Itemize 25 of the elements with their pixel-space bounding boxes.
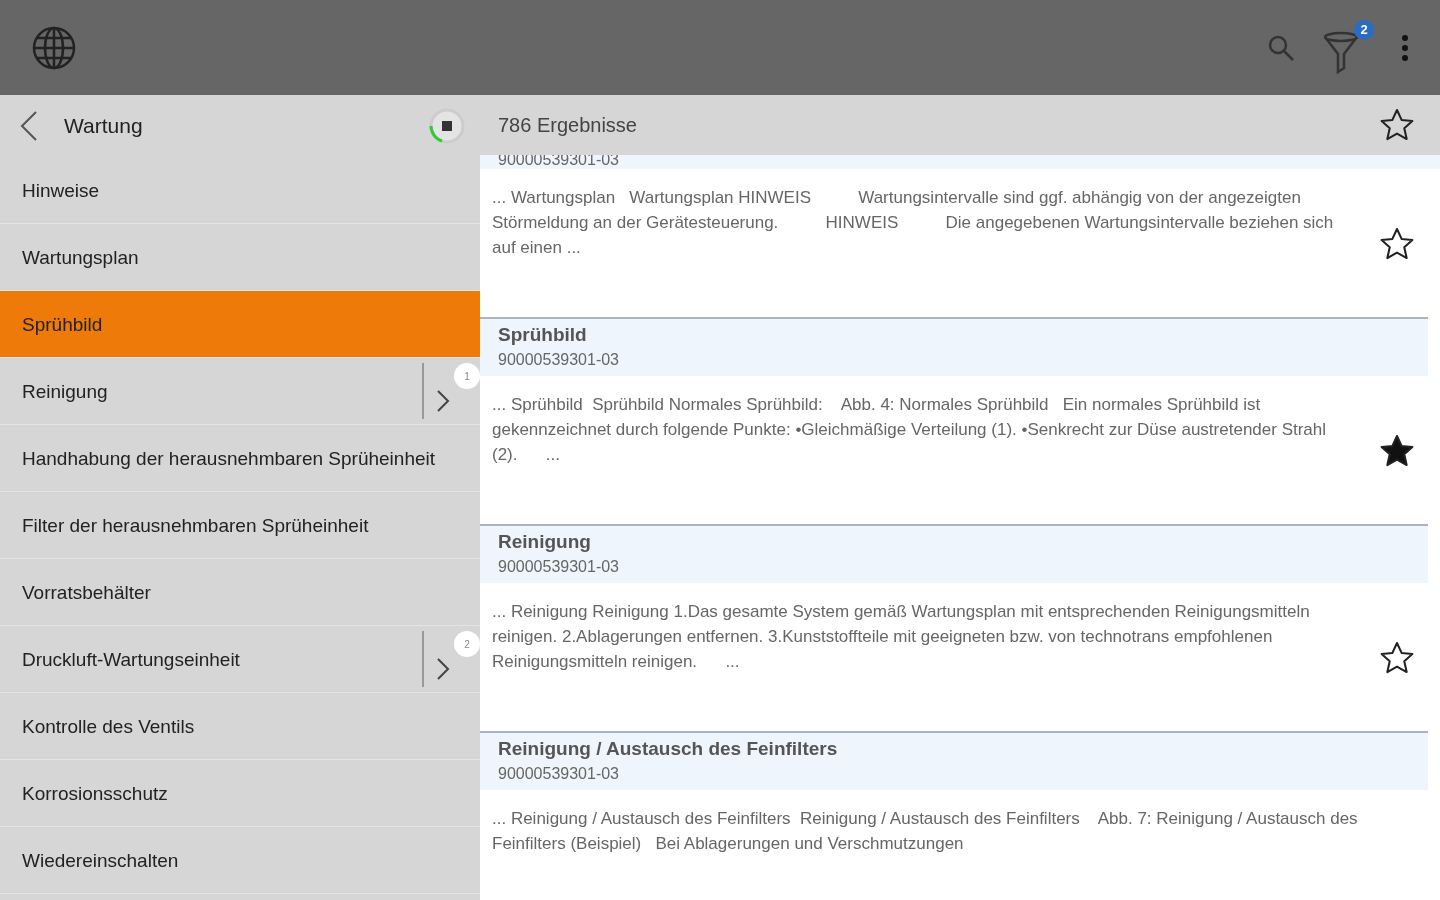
result-title: Reinigung	[498, 531, 592, 553]
filter-button[interactable]: 2	[1322, 19, 1374, 76]
result-excerpt: ... Wartungsplan Wartungsplan HINWEIS Wartungsintervalle sind ggf. abhängig von der angezeigten Störmeldung an der Gerätesteuerung. HINWEIS Die angegebenen Wartungsintervalle beziehen sich auf einen ...	[492, 187, 1335, 259]
result-title: Sprühbild	[498, 324, 588, 346]
subitem-count: 1	[454, 363, 480, 389]
back-icon[interactable]	[18, 110, 40, 142]
more-icon[interactable]	[1400, 33, 1410, 62]
result-excerpt: ... Reinigung Reinigung 1.Das gesamte System gemäß Wartungsplan mit entsprechenden Reinigungsmitteln reinigen. 2.Ablagerungen entfernen. 3.Kunststoffteile mit geeigneten bzw. von technotrans empfohlenen Reinigungsmitteln reinigen. ...	[492, 601, 1311, 673]
subitem-count: 2	[454, 631, 480, 657]
result-header[interactable]: Sprühbild 90000539301-03	[480, 317, 1428, 376]
chevron-icon	[436, 389, 450, 413]
document-id: 90000539301-03	[498, 350, 620, 370]
filter-count-badge: 2	[1354, 19, 1374, 40]
result-header[interactable]: Reinigung / Austausch des Feinfilters 90000539301-03	[480, 731, 1428, 790]
result-title: Reinigung / Austausch des Feinfilters	[498, 738, 839, 760]
document-id: 90000539301-03	[498, 764, 620, 784]
result-excerpt: ... Reinigung / Austausch des Feinfilters Reinigung / Austausch des Feinfilters Abb. 7: Reinigung / Austausch des Feinfilters (Beispiel) Bei Ablagerungen und Verschmutzungen	[492, 808, 1359, 855]
chevron-icon	[436, 657, 450, 681]
result-excerpt: ... Sprühbild Sprühbild Normales Sprühbild: Abb. 4: Normales Sprühbild Ein normales Sprühbild ist gekennzeichnet durch folgende Punkte: •Gleichmäßige Verteilung (1). •Senkrecht zur Düse austretender Strahl (2). ...	[492, 394, 1328, 466]
result-count: 786 Ergebnisse	[498, 113, 638, 137]
stop-icon[interactable]	[428, 107, 466, 145]
sidebar-title: Wartung	[64, 114, 144, 138]
result-header[interactable]: Reinigung 90000539301-03	[480, 524, 1428, 583]
sidebar-item[interactable]: Sprühbild	[0, 291, 480, 358]
document-id: 90000539301-03	[498, 557, 620, 577]
